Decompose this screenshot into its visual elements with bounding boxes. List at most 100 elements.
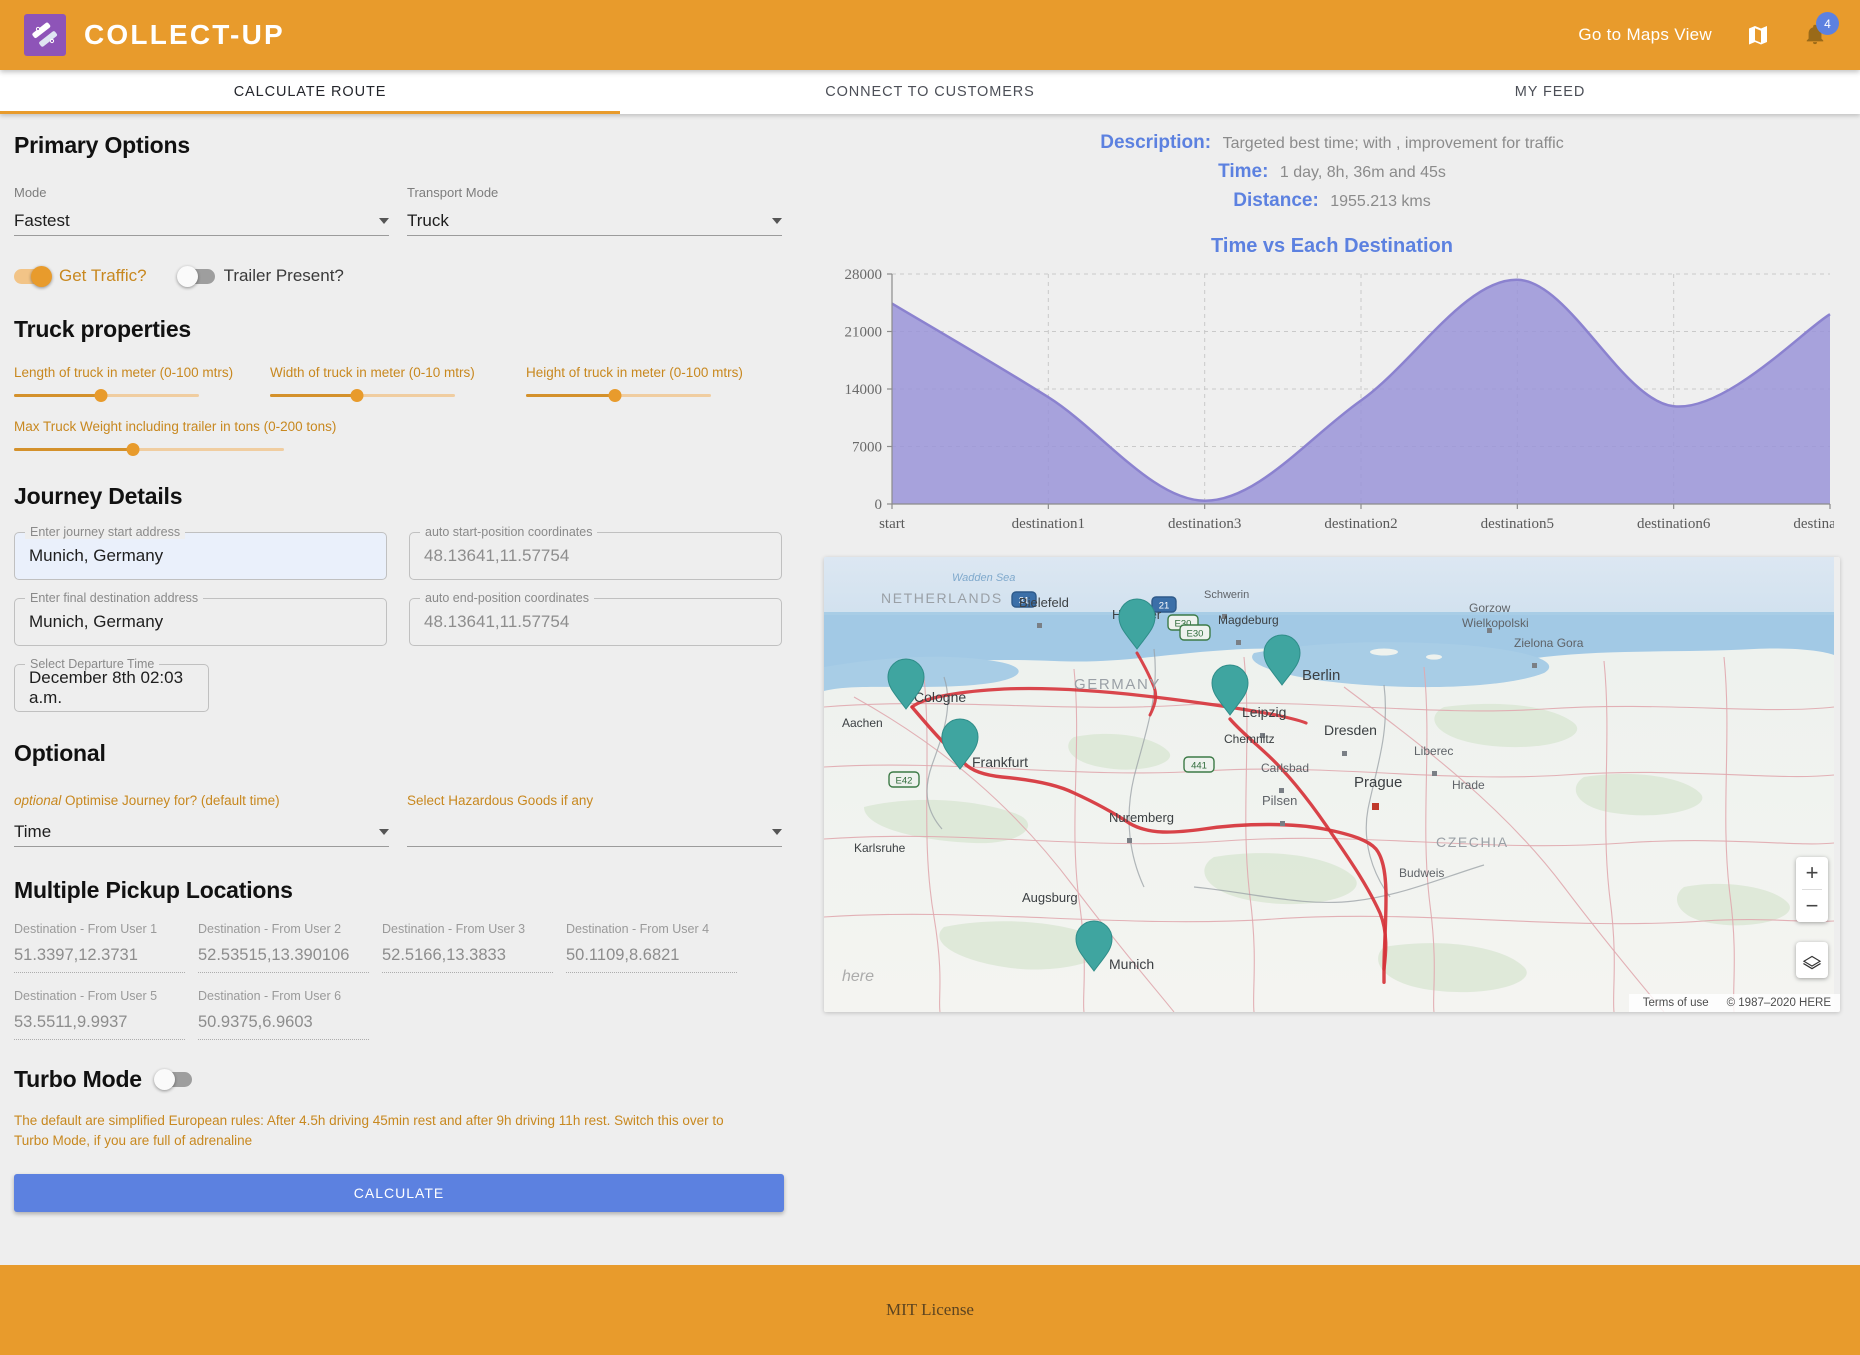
pickup-value-6: 50.9375,6.9603	[198, 1013, 369, 1040]
mode-select[interactable]: Mode Fastest	[14, 181, 389, 236]
height-slider-label: Height of truck in meter (0-100 mtrs)	[526, 365, 743, 380]
tab-my-feed[interactable]: MY FEED	[1240, 70, 1860, 114]
end-coordinates-value: 48.13641,11.57754	[424, 612, 570, 631]
pickup-value-4: 50.1109,8.6821	[566, 946, 737, 973]
summary-description: Description: Targeted best time; with , …	[824, 132, 1840, 154]
trailer-present-toggle[interactable]	[176, 265, 215, 287]
end-row: Enter final destination address Munich, …	[14, 591, 782, 646]
description-value: Targeted best time; with , improvement f…	[1222, 135, 1564, 152]
page-body: Primary Options Mode Fastest Transport M…	[0, 114, 1860, 1265]
svg-text:Zielona Gora: Zielona Gora	[1514, 636, 1584, 650]
calculate-button[interactable]: CALCULATE	[14, 1173, 784, 1212]
svg-text:Leipzig: Leipzig	[1242, 704, 1286, 720]
start-coordinates-value: 48.13641,11.57754	[424, 546, 570, 565]
pickup-field-2[interactable]: Destination - From User 2 52.53515,13.39…	[198, 922, 369, 973]
height-slider-group: Height of truck in meter (0-100 mtrs)	[526, 365, 782, 402]
bell-icon[interactable]: 4	[1804, 12, 1839, 46]
time-value: 1 day, 8h, 36m and 45s	[1279, 164, 1446, 181]
hazardous-goods-select[interactable]: Select Hazardous Goods if any	[407, 789, 782, 847]
turbo-mode-toggle[interactable]	[153, 1069, 192, 1090]
width-slider[interactable]	[270, 389, 455, 402]
mode-row: Mode Fastest Transport Mode Truck	[14, 181, 782, 236]
route-map[interactable]: 31 21 E30 E30 E42 441 Wadden Sea NETHERLANDS Bie…	[824, 557, 1840, 1012]
hazardous-goods-label: Select Hazardous Goods if any	[407, 793, 594, 808]
get-traffic-toggle[interactable]	[14, 265, 52, 287]
app-footer: MIT License	[0, 1265, 1860, 1355]
departure-time-input[interactable]: Select Departure Time December 8th 02:03…	[14, 657, 209, 712]
final-destination-address-label: Enter final destination address	[25, 591, 204, 605]
svg-text:destination1: destination1	[1012, 516, 1085, 532]
transport-mode-select[interactable]: Transport Mode Truck	[407, 181, 782, 236]
tab-connect-to-customers[interactable]: CONNECT TO CUSTOMERS	[620, 70, 1240, 114]
mode-label: Mode	[14, 185, 47, 200]
start-row: Enter journey start address Munich, Germ…	[14, 525, 782, 580]
journey-start-address-label: Enter journey start address	[25, 525, 186, 539]
pickup-label-1: Destination - From User 1	[14, 922, 158, 936]
chevron-down-icon	[379, 217, 389, 224]
height-slider[interactable]	[526, 389, 711, 402]
svg-text:Frankfurt: Frankfurt	[972, 754, 1028, 770]
chart-title: Time vs Each Destination	[1211, 235, 1453, 257]
route-summary: Description: Targeted best time; with , …	[824, 124, 1840, 223]
svg-text:Aachen: Aachen	[842, 716, 883, 730]
pickup-field-3[interactable]: Destination - From User 3 52.5166,13.383…	[382, 922, 553, 973]
optimise-journey-value: Time	[14, 821, 52, 841]
pickup-label-5: Destination - From User 5	[14, 989, 158, 1003]
transport-mode-value: Truck	[407, 210, 449, 230]
length-slider-group: Length of truck in meter (0-100 mtrs)	[14, 365, 270, 402]
zoom-in-button[interactable]: +	[1796, 857, 1828, 889]
terms-of-use-link[interactable]: Terms of use	[1643, 997, 1709, 1009]
transport-mode-label: Transport Mode	[407, 185, 499, 200]
map-layers-button[interactable]	[1796, 942, 1828, 978]
map-zoom-controls: + −	[1796, 857, 1828, 922]
app-header: COLLECT-UP Go to Maps View 4	[0, 0, 1860, 70]
svg-text:7000: 7000	[852, 440, 882, 456]
length-slider[interactable]	[14, 389, 199, 402]
brand-name: COLLECT-UP	[84, 19, 285, 50]
journey-start-address-value: Munich, Germany	[29, 546, 164, 565]
svg-text:destination6: destination6	[1637, 516, 1711, 532]
pickup-field-6[interactable]: Destination - From User 6 50.9375,6.9603	[198, 989, 369, 1040]
toggle-row: Get Traffic? Trailer Present?	[14, 265, 782, 287]
svg-text:Cologne: Cologne	[914, 689, 966, 705]
start-coordinates-input[interactable]: auto start-position coordinates 48.13641…	[409, 525, 782, 580]
zoom-out-button[interactable]: −	[1796, 890, 1828, 922]
time-key: Time:	[1218, 161, 1269, 182]
collect-up-logo-icon	[24, 14, 66, 56]
journey-details-heading: Journey Details	[14, 483, 183, 509]
journey-start-address-input[interactable]: Enter journey start address Munich, Germ…	[14, 525, 387, 580]
tab-calculate-route[interactable]: CALCULATE ROUTE	[0, 70, 620, 114]
svg-text:destination3: destination3	[1168, 516, 1241, 532]
optimise-journey-label-rest: Optimise Journey for? (default time)	[61, 793, 280, 808]
pickup-field-5[interactable]: Destination - From User 5 53.5511,9.9937	[14, 989, 185, 1040]
weight-slider[interactable]	[14, 443, 284, 456]
svg-text:14000: 14000	[845, 382, 883, 398]
svg-text:441: 441	[1191, 761, 1207, 772]
options-panel: Primary Options Mode Fastest Transport M…	[0, 114, 810, 1265]
end-coordinates-input[interactable]: auto end-position coordinates 48.13641,1…	[409, 591, 782, 646]
pickup-label-6: Destination - From User 6	[198, 989, 342, 1003]
map-canvas[interactable]: 31 21E30E30E42441Wadden SeaNETHERLANDS Bie…	[824, 557, 1835, 1012]
turbo-mode-note: The default are simplified European rule…	[14, 1113, 724, 1149]
pickup-field-4[interactable]: Destination - From User 4 50.1109,8.6821	[566, 922, 737, 973]
final-destination-address-input[interactable]: Enter final destination address Munich, …	[14, 591, 387, 646]
svg-text:Pilsen: Pilsen	[1262, 793, 1297, 808]
pickup-field-1[interactable]: Destination - From User 1 51.3397,12.373…	[14, 922, 185, 973]
pickup-value-3: 52.5166,13.3833	[382, 946, 553, 973]
map-icon[interactable]	[1746, 23, 1770, 47]
svg-text:Magdeburg: Magdeburg	[1218, 613, 1279, 627]
svg-text:E42: E42	[896, 776, 913, 787]
optimise-journey-select[interactable]: optional Optimise Journey for? (default …	[14, 789, 389, 847]
svg-text:Schwerin: Schwerin	[1204, 589, 1249, 601]
svg-text:Liberec: Liberec	[1414, 744, 1453, 758]
go-to-maps-view-link[interactable]: Go to Maps View	[1578, 25, 1712, 45]
map-attribution: Terms of use © 1987–2020 HERE	[1628, 994, 1840, 1012]
time-vs-destination-chart: 0 7000 14000 21000 28000 start destination1 des…	[824, 266, 1860, 541]
get-traffic-toggle-group: Get Traffic?	[14, 265, 147, 287]
svg-text:Berlin: Berlin	[1302, 667, 1340, 684]
chart-svg: 0 7000 14000 21000 28000 start destination1 des…	[845, 267, 1860, 532]
pickup-value-5: 53.5511,9.9937	[14, 1013, 185, 1040]
weight-slider-group: Max Truck Weight including trailer in to…	[14, 419, 782, 456]
svg-text:Bielefeld: Bielefeld	[1019, 595, 1069, 610]
description-key: Description:	[1100, 132, 1212, 153]
